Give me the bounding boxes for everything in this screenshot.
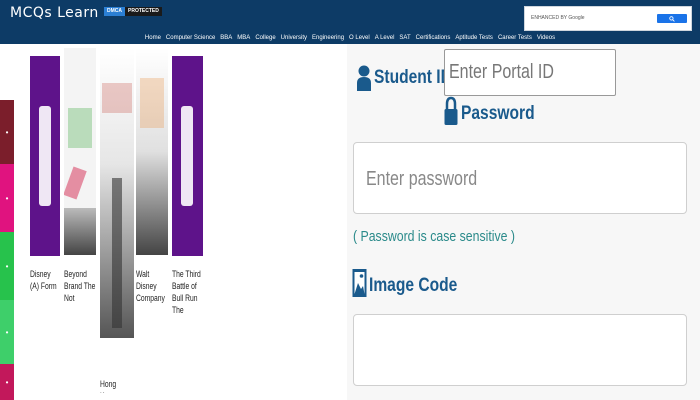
dmca-badge[interactable]: DMCA PROTECTED [104, 7, 162, 16]
image-icon [352, 269, 367, 297]
book-title: Hong Kong [100, 379, 117, 393]
whatsapp-icon: • [5, 261, 9, 271]
nav-o-level[interactable]: O Level [349, 33, 370, 43]
password-placeholder: Enter password [366, 168, 478, 190]
pinterest-icon: • [5, 127, 9, 137]
nav-computer-science[interactable]: Computer Science [166, 33, 215, 43]
image-code-label: Image Code [369, 275, 458, 296]
nav-home[interactable]: Home [145, 33, 161, 43]
share-button-share[interactable]: • [0, 300, 14, 364]
password-case-note: ( Password is case sensitive ) [353, 228, 516, 245]
nav-a-level[interactable]: A Level [375, 33, 395, 43]
book-cover [136, 48, 168, 255]
dmca-badge-label: DMCA [104, 7, 125, 16]
twitter-icon: • [5, 193, 9, 203]
nav-videos[interactable]: Videos [537, 33, 555, 43]
dmca-badge-status: PROTECTED [125, 7, 162, 16]
student-id-label: Student ID [374, 67, 452, 88]
share-button-whatsapp[interactable]: • [0, 232, 14, 300]
search-icon [669, 15, 675, 22]
site-logo[interactable]: MCQs Learn [10, 5, 99, 21]
password-input[interactable]: Enter password [353, 142, 687, 214]
nav-career-tests[interactable]: Career Tests [498, 33, 532, 43]
share-button-more[interactable]: • [0, 364, 14, 400]
nav-aptitude-tests[interactable]: Aptitude Tests [455, 33, 493, 43]
lock-icon [444, 96, 458, 125]
book-title: The Third Battle of Bull Run The [172, 269, 201, 315]
student-id-placeholder: Enter Portal ID [449, 61, 554, 83]
book-item[interactable]: Beyond Brand The Not [64, 48, 96, 338]
nav-university[interactable]: University [281, 33, 307, 43]
password-label: Password [461, 103, 535, 124]
site-header: MCQs Learn DMCA PROTECTED ENHANCED BY Go… [0, 0, 700, 44]
nav-college[interactable]: College [255, 33, 275, 43]
nav-certifications[interactable]: Certifications [416, 33, 451, 43]
search-button[interactable] [657, 14, 687, 23]
more-icon: • [5, 377, 9, 387]
main-nav: Home Computer Science BBA MBA College Un… [0, 33, 700, 43]
book-item[interactable]: Hong Kong [100, 48, 134, 393]
social-share-bar: • • • • • [0, 100, 14, 400]
book-item[interactable]: The Third Battle of Bull Run The [172, 56, 203, 331]
book-cover [30, 56, 60, 256]
student-id-input[interactable]: Enter Portal ID [444, 49, 616, 96]
share-icon: • [5, 327, 9, 337]
book-cover [172, 56, 203, 256]
nav-bba[interactable]: BBA [220, 33, 232, 43]
nav-engineering[interactable]: Engineering [312, 33, 344, 43]
user-icon [357, 65, 371, 91]
search-input[interactable]: ENHANCED BY Google [531, 12, 651, 24]
book-item[interactable]: Walt Disney Company [136, 48, 168, 338]
image-code-input[interactable] [353, 314, 687, 386]
book-item[interactable]: Disney (A) Form [30, 56, 60, 331]
book-title: Disney (A) Form [30, 269, 57, 291]
nav-sat[interactable]: SAT [399, 33, 410, 43]
book-title: Beyond Brand The Not [64, 269, 96, 303]
book-cover [100, 48, 134, 338]
share-button-twitter[interactable]: • [0, 164, 14, 232]
book-title: Walt Disney Company [136, 269, 165, 303]
nav-mba[interactable]: MBA [237, 33, 250, 43]
share-button-pinterest[interactable]: • [0, 100, 14, 164]
book-cover [64, 48, 96, 255]
search-box: ENHANCED BY Google [524, 6, 692, 31]
page: MCQs Learn DMCA PROTECTED ENHANCED BY Go… [0, 0, 700, 400]
